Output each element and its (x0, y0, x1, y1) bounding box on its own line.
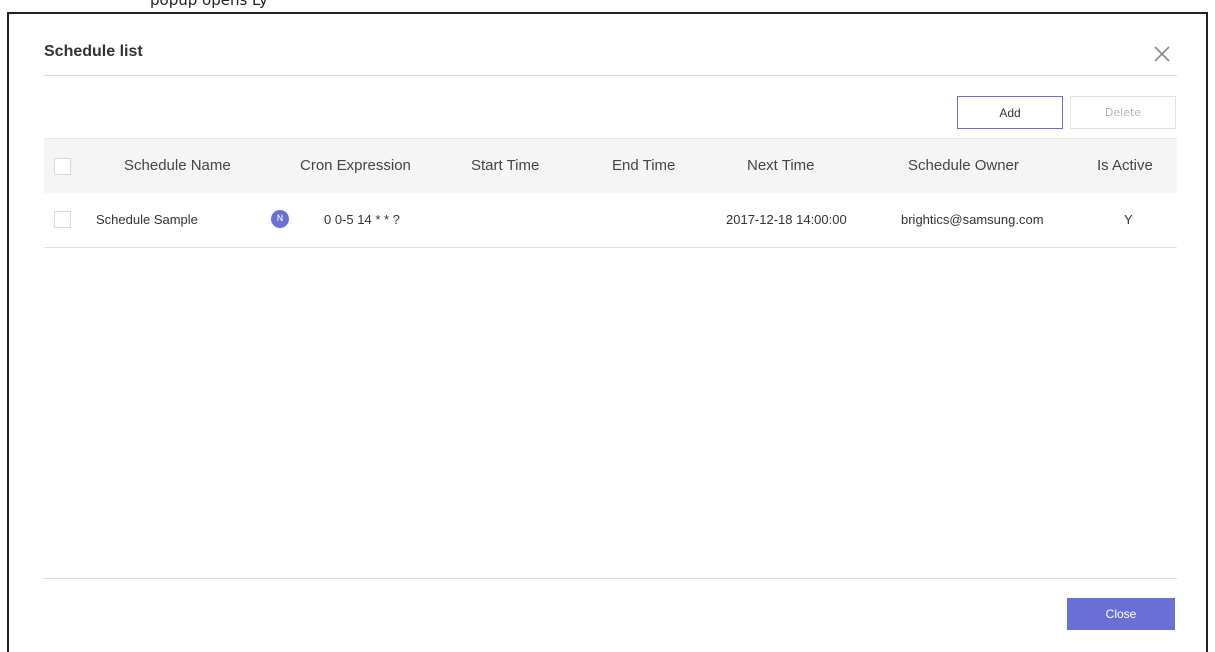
table-row[interactable]: Schedule Sample N 0 0-5 14 * * ? 2017-12… (44, 193, 1177, 248)
cell-next-time: 2017-12-18 14:00:00 (726, 212, 847, 227)
header-is-active: Is Active (1097, 157, 1153, 174)
add-button[interactable]: Add (957, 96, 1063, 129)
schedule-list-dialog: Schedule list Add Delete Schedule Name C… (7, 12, 1208, 652)
close-x-icon[interactable] (1151, 43, 1173, 65)
cell-cron-expression: 0 0-5 14 * * ? (324, 212, 400, 227)
header-divider (44, 75, 1177, 76)
select-all-checkbox[interactable] (54, 158, 71, 175)
header-schedule-name: Schedule Name (124, 157, 231, 174)
header-cron-expression: Cron Expression (300, 157, 411, 174)
header-end-time: End Time (612, 157, 676, 174)
schedule-table: Schedule Name Cron Expression Start Time… (44, 138, 1177, 248)
caption-text: popup opens Ly (150, 0, 268, 9)
header-schedule-owner: Schedule Owner (908, 157, 1019, 174)
header-start-time: Start Time (471, 157, 540, 174)
header-next-time: Next Time (747, 157, 815, 174)
new-badge-icon: N (271, 210, 289, 228)
close-button[interactable]: Close (1067, 598, 1175, 630)
row-checkbox[interactable] (54, 211, 71, 228)
dialog-title: Schedule list (44, 43, 143, 60)
cell-schedule-name: Schedule Sample (96, 212, 198, 227)
delete-button[interactable]: Delete (1070, 96, 1176, 129)
cell-schedule-owner: brightics@samsung.com (901, 212, 1044, 227)
table-header: Schedule Name Cron Expression Start Time… (44, 138, 1177, 193)
cell-is-active: Y (1124, 212, 1133, 227)
footer-divider (44, 578, 1177, 579)
